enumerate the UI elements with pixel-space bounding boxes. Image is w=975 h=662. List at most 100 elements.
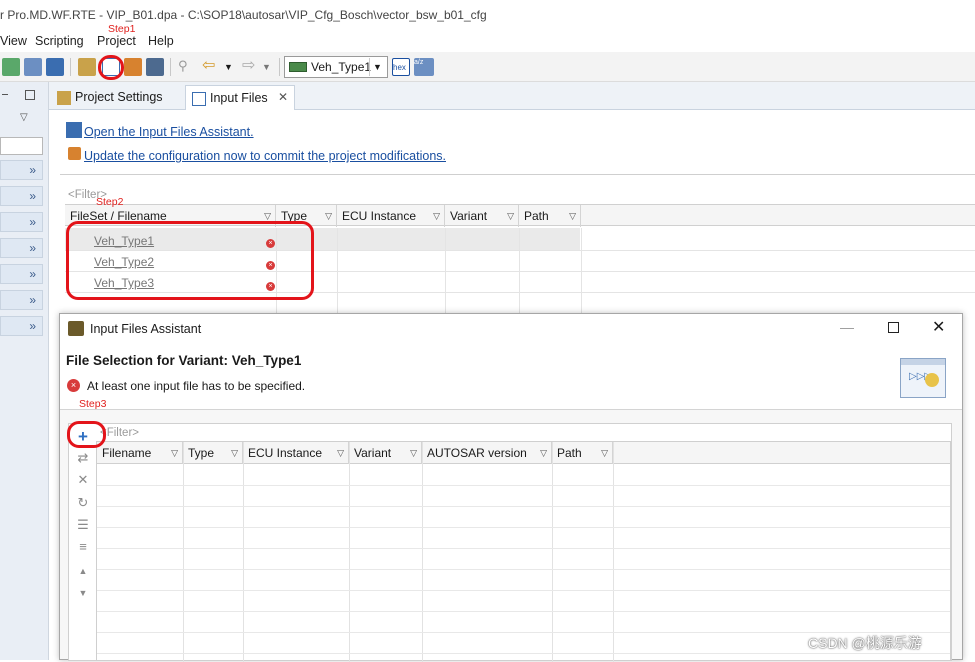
move-down-button[interactable]: ▼ [74, 584, 92, 602]
maximize-icon[interactable] [25, 90, 35, 100]
expand-icon: » [29, 241, 36, 255]
step2-highlight [66, 221, 314, 300]
menu-project[interactable]: Project [97, 34, 136, 48]
filter-icon[interactable]: ▽ [507, 211, 514, 222]
menu-scripting[interactable]: Scripting [35, 34, 84, 48]
left-section-5[interactable]: » [0, 264, 43, 284]
error-icon: × [67, 379, 80, 392]
left-section-4[interactable]: » [0, 238, 43, 258]
col-type[interactable]: Type ▽ [183, 442, 243, 464]
update-icon [68, 147, 81, 160]
forward-dropdown-icon[interactable]: ▼ [262, 58, 280, 76]
dialog-table-header: Filename ▽ Type ▽ ECU Instance ▽ Variant ▽ A… [97, 442, 950, 464]
variant-icon [289, 62, 307, 72]
expand-icon: » [29, 293, 36, 307]
filter-icon[interactable]: ▽ [325, 211, 332, 222]
filter-icon[interactable]: ▽ [171, 448, 178, 459]
toolbar: ⚲ ⇦ ▼ ⇨ ▼ Veh_Type1 ▼ hex a/z [0, 52, 975, 82]
app-icon [68, 321, 84, 336]
left-panel: ▽ » » » » » » » [0, 82, 49, 660]
menu-view[interactable]: View [0, 34, 27, 48]
forward-arrow-icon[interactable]: ⇨ [242, 58, 260, 76]
col-ecu-instance[interactable]: ECU Instance ▽ [243, 442, 349, 464]
dialog-file-table: Filename ▽ Type ▽ ECU Instance ▽ Variant ▽ A… [96, 441, 951, 662]
open-assistant-link[interactable]: Open the Input Files Assistant. [84, 125, 254, 139]
filter-icon[interactable]: ▽ [601, 448, 608, 459]
step1-highlight [98, 55, 124, 80]
menu-help[interactable]: Help [148, 34, 174, 48]
refresh-button[interactable]: ↻ [74, 494, 92, 512]
dialog-titlebar: Input Files Assistant — ✕ [60, 314, 962, 344]
close-icon[interactable]: ✕ [278, 90, 288, 104]
update-icon[interactable] [124, 58, 142, 76]
filter-icon[interactable]: ▽ [410, 448, 417, 459]
filter-icon[interactable]: ▽ [231, 448, 238, 459]
col-autosar-version[interactable]: AUTOSAR version ▽ [422, 442, 552, 464]
col-path[interactable]: Path ▽ [552, 442, 613, 464]
expand-icon: » [29, 215, 36, 229]
dialog-title: Input Files Assistant [90, 322, 202, 336]
wizard-banner-icon: ▷▷▷ [900, 358, 946, 398]
left-filter-input[interactable] [0, 137, 43, 155]
col-path[interactable]: Path ▽ [519, 205, 581, 227]
expand-icon: » [29, 163, 36, 177]
variant-combo[interactable]: Veh_Type1 ▼ [284, 56, 388, 78]
move-up-button[interactable]: ▲ [74, 562, 92, 580]
left-section-6[interactable]: » [0, 290, 43, 310]
watermark: CSDN @桃源乐游 [808, 635, 922, 651]
expand-icon: » [29, 267, 36, 281]
maximize-button[interactable] [888, 322, 899, 333]
settings-icon [57, 91, 71, 105]
input-files-assistant-dialog: Input Files Assistant — ✕ File Selection… [59, 313, 963, 662]
minimize-icon[interactable] [2, 94, 8, 95]
col-filename[interactable]: Filename ▽ [97, 442, 183, 464]
sort-icon[interactable]: a/z [414, 58, 434, 76]
expand-all-button[interactable]: ☰ [74, 516, 92, 534]
remove-file-button[interactable]: ✕ [74, 471, 92, 489]
settings-icon[interactable] [78, 58, 96, 76]
error-message: At least one input file has to be specif… [87, 379, 306, 393]
expand-icon: » [29, 319, 36, 333]
dialog-header: File Selection for Variant: Veh_Type1 × … [60, 344, 962, 410]
left-section-3[interactable]: » [0, 212, 43, 232]
step3-highlight [67, 421, 106, 448]
collapse-all-button[interactable]: ≡ [74, 538, 92, 556]
col-variant[interactable]: Variant ▽ [349, 442, 422, 464]
minimize-button[interactable]: — [840, 319, 854, 335]
filter-icon[interactable]: ▽ [337, 448, 344, 459]
hex-icon[interactable]: hex [392, 58, 410, 76]
update-config-link[interactable]: Update the configuration now to commit t… [84, 149, 446, 163]
chevron-down-icon[interactable]: ▼ [369, 58, 385, 76]
view-menu-icon[interactable]: ▽ [20, 112, 28, 123]
dialog-heading: File Selection for Variant: Veh_Type1 [66, 353, 302, 368]
validate-icon[interactable] [2, 58, 20, 76]
generate-icon[interactable] [24, 58, 42, 76]
pin-icon[interactable]: ⚲ [178, 58, 196, 76]
step1-annotation: Step1 [108, 23, 136, 35]
save-icon[interactable] [46, 58, 64, 76]
divider [60, 174, 975, 175]
filter-icon[interactable]: ▽ [433, 211, 440, 222]
editor-tabbar: Project Settings Input Files ✕ [49, 82, 975, 110]
window-title: r Pro.MD.WF.RTE - VIP_B01.dpa - C:\SOP18… [0, 0, 975, 32]
menu-bar: View Scripting Project Help [0, 32, 975, 52]
expand-icon: » [29, 189, 36, 203]
close-button[interactable]: ✕ [932, 317, 945, 337]
filter-icon[interactable]: ▽ [540, 448, 547, 459]
replace-file-button[interactable]: ⇄ [74, 449, 92, 467]
input-files-icon [192, 92, 206, 106]
step2-annotation: Step2 [96, 196, 124, 208]
col-ecu-instance[interactable]: ECU Instance ▽ [337, 205, 445, 227]
assistant-icon [66, 122, 82, 138]
find-icon[interactable] [146, 58, 164, 76]
left-section-1[interactable]: » [0, 160, 43, 180]
tab-input-files[interactable]: Input Files ✕ [185, 85, 295, 110]
back-arrow-icon[interactable]: ⇦ [202, 58, 220, 76]
step3-annotation: Step3 [79, 398, 107, 410]
left-section-7[interactable]: » [0, 316, 43, 336]
left-section-2[interactable]: » [0, 186, 43, 206]
col-variant[interactable]: Variant ▽ [445, 205, 519, 227]
filter-icon[interactable]: ▽ [569, 211, 576, 222]
back-dropdown-icon[interactable]: ▼ [224, 58, 242, 76]
tab-project-settings[interactable]: Project Settings [51, 85, 171, 110]
